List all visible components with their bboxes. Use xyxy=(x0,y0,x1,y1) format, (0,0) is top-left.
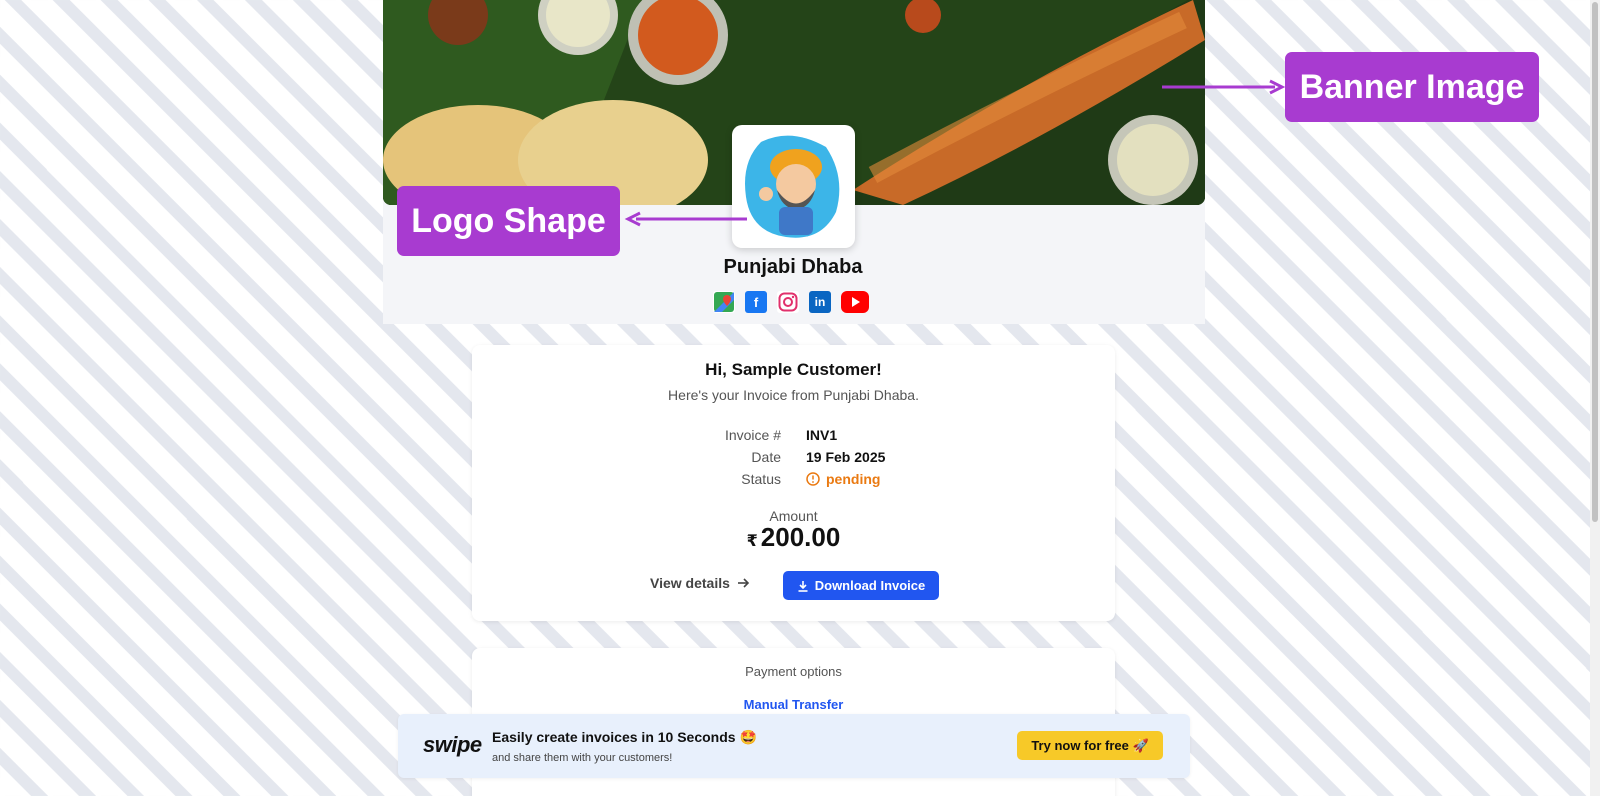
date-label: Date xyxy=(751,449,781,465)
date-value: 19 Feb 2025 xyxy=(806,449,886,465)
amount-number: 200.00 xyxy=(760,522,841,552)
invoice-subtitle: Here's your Invoice from Punjabi Dhaba. xyxy=(668,387,919,403)
status-value: pending xyxy=(826,471,881,487)
view-details-label: View details xyxy=(650,575,730,591)
download-invoice-label: Download Invoice xyxy=(814,578,926,593)
social-links: f in xyxy=(713,291,869,313)
currency-symbol: ₹ xyxy=(746,533,758,550)
swipe-logo: swipe xyxy=(423,732,482,757)
google-maps-icon[interactable] xyxy=(713,291,735,313)
promo-subtitle: and share them with your customers! xyxy=(492,752,673,764)
logo-annotation: Logo Shape xyxy=(397,186,620,256)
invoice-number-value: INV1 xyxy=(806,427,838,443)
instagram-icon[interactable] xyxy=(777,291,799,313)
download-icon xyxy=(798,580,808,592)
banner-annotation: Banner Image xyxy=(1285,52,1539,122)
brand-name: Punjabi Dhaba xyxy=(723,256,863,278)
banner-arrow xyxy=(1162,79,1285,95)
pending-clock-icon xyxy=(806,472,820,486)
scrollbar-thumb[interactable] xyxy=(1592,2,1598,522)
manual-transfer-tab[interactable]: Manual Transfer xyxy=(472,697,1115,712)
logo-arrow xyxy=(624,211,747,227)
status-badge: pending xyxy=(806,471,880,487)
view-details-link[interactable]: View details xyxy=(650,575,750,591)
greeting: Hi, Sample Customer! xyxy=(705,360,882,379)
try-now-button[interactable]: Try now for free 🚀 xyxy=(1017,731,1163,760)
youtube-icon[interactable] xyxy=(841,291,869,313)
download-invoice-button[interactable]: Download Invoice xyxy=(783,571,939,600)
linkedin-icon[interactable]: in xyxy=(809,291,831,313)
promo-title: Easily create invoices in 10 Seconds 🤩 xyxy=(492,729,757,745)
amount-value: ₹200.00 xyxy=(472,522,1115,553)
logo xyxy=(732,125,855,248)
arrow-right-icon xyxy=(737,578,750,588)
payment-options-title: Payment options xyxy=(745,664,842,679)
facebook-icon[interactable]: f xyxy=(745,291,767,313)
status-label: Status xyxy=(741,471,781,487)
invoice-number-label: Invoice # xyxy=(724,427,781,443)
